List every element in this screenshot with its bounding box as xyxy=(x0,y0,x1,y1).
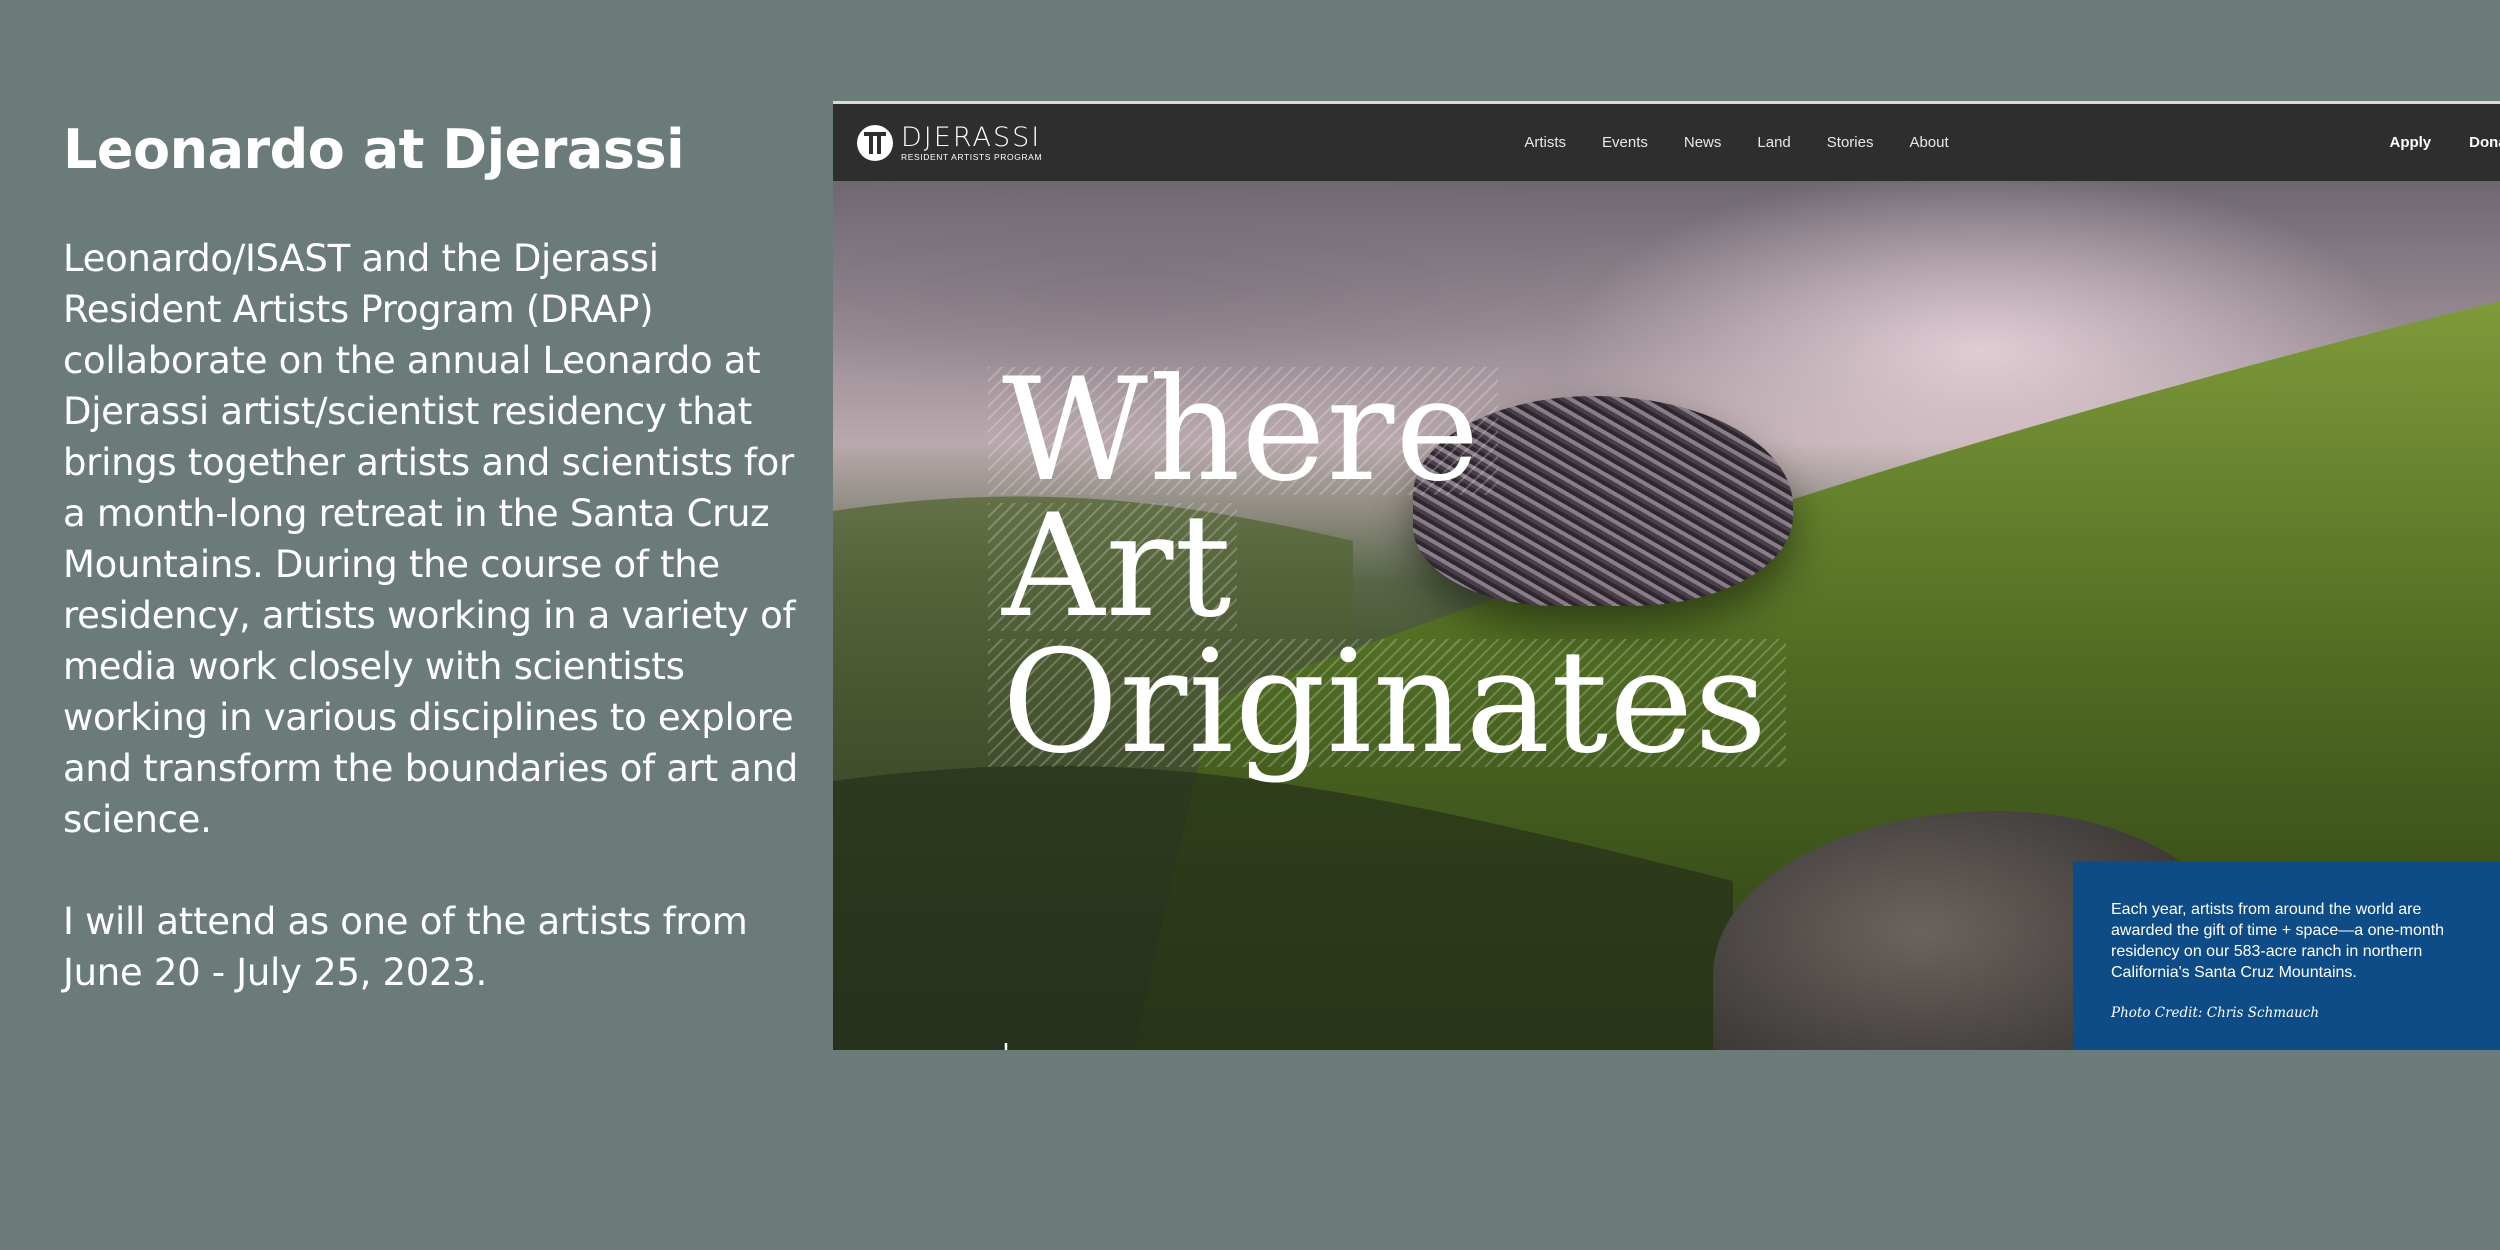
headline-line: Where xyxy=(988,360,1499,502)
headline-line: Art xyxy=(988,496,1237,638)
photo-credit: Photo Credit: Chris Schmauch xyxy=(2111,1005,2320,1021)
nav-link-artists[interactable]: Artists xyxy=(1524,134,1566,151)
headline-line: Originates xyxy=(988,632,1787,774)
nav-link-land[interactable]: Land xyxy=(1757,134,1790,151)
page-title: Leonardo at Djerassi xyxy=(63,118,685,181)
nav-actions: Apply Donate xyxy=(2389,104,2500,181)
main-nav: Artists Events News Land Stories About xyxy=(833,104,2500,181)
down-arrow-icon[interactable] xyxy=(985,1041,1027,1050)
intro-paragraph: Leonardo/ISAST and the Djerassi Resident… xyxy=(63,237,798,841)
intro-body: Leonardo/ISAST and the Djerassi Resident… xyxy=(63,233,823,998)
attendance-paragraph: I will attend as one of the artists from… xyxy=(63,900,748,994)
djerassi-website-screenshot: DJERASSI RESIDENT ARTISTS PROGRAM Artist… xyxy=(833,101,2500,1050)
nav-link-news[interactable]: News xyxy=(1684,134,1722,151)
hero-image: Where Art Originates Each year, artists … xyxy=(833,181,2500,1050)
nav-link-stories[interactable]: Stories xyxy=(1827,134,1874,151)
nav-link-events[interactable]: Events xyxy=(1602,134,1648,151)
info-card: Each year, artists from around the world… xyxy=(2073,861,2500,1050)
apply-button[interactable]: Apply xyxy=(2389,134,2431,151)
info-card-text: Each year, artists from around the world… xyxy=(2111,901,2445,981)
site-header: DJERASSI RESIDENT ARTISTS PROGRAM Artist… xyxy=(833,104,2500,181)
hero-headline: Where Art Originates xyxy=(988,360,1787,775)
nav-link-about[interactable]: About xyxy=(1909,134,1948,151)
donate-button[interactable]: Donate xyxy=(2469,134,2500,151)
intro-section: Leonardo at Djerassi Leonardo/ISAST and … xyxy=(63,110,823,998)
